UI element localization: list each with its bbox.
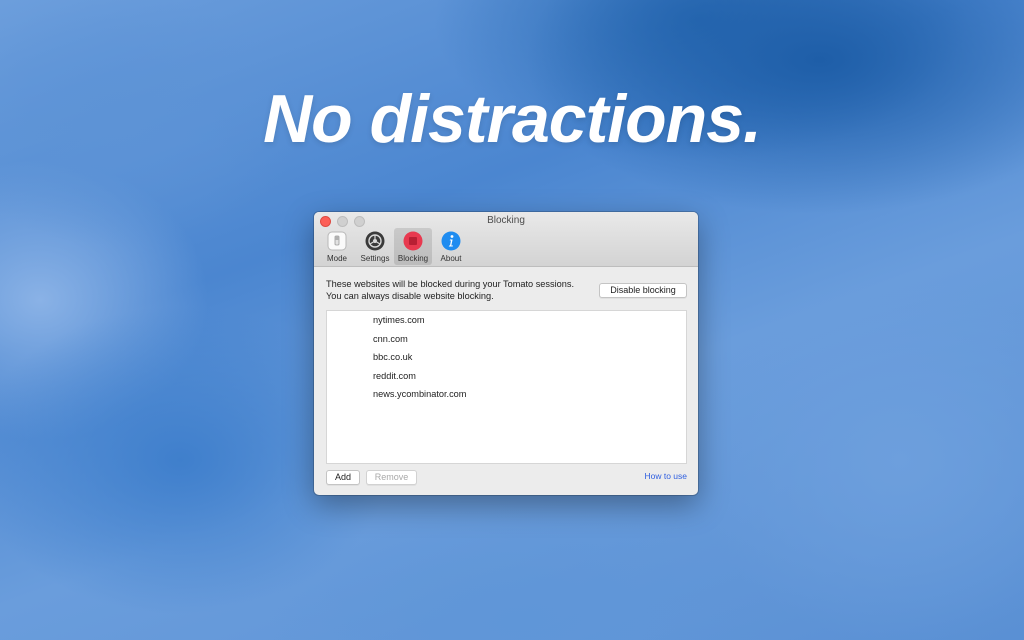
description-line-2: You can always disable website blocking. (326, 290, 494, 301)
add-button[interactable]: Add (326, 470, 360, 485)
tab-mode[interactable]: Mode (318, 228, 356, 265)
tab-settings-label: Settings (360, 254, 390, 263)
gear-icon (365, 231, 385, 251)
list-item[interactable]: bbc.co.uk (367, 351, 686, 370)
description: These websites will be blocked during yo… (326, 279, 596, 302)
title-bar: Blocking Mode Settings Blocking About (314, 212, 698, 267)
how-to-use-link[interactable]: How to use (644, 471, 687, 481)
list-item[interactable]: reddit.com (367, 370, 686, 389)
switch-icon (327, 231, 347, 251)
tab-about-label: About (440, 254, 462, 263)
window-title: Blocking (487, 215, 525, 226)
tab-settings[interactable]: Settings (356, 228, 394, 265)
blocked-sites-list[interactable]: nytimes.com cnn.com bbc.co.uk reddit.com… (326, 310, 687, 464)
list-item[interactable]: nytimes.com (367, 314, 686, 333)
tab-mode-label: Mode (326, 254, 347, 263)
disable-blocking-button[interactable]: Disable blocking (599, 283, 687, 298)
stop-icon (403, 231, 423, 251)
tab-blocking[interactable]: Blocking (394, 228, 432, 265)
toolbar: Mode Settings Blocking About (318, 228, 470, 265)
description-line-1: These websites will be blocked during yo… (326, 279, 575, 289)
blocking-window: Blocking Mode Settings Blocking About Th… (314, 212, 698, 495)
list-item[interactable]: news.ycombinator.com (367, 388, 686, 407)
tab-about[interactable]: About (432, 228, 470, 265)
info-icon (441, 231, 461, 251)
list-item[interactable]: cnn.com (367, 333, 686, 352)
tab-blocking-label: Blocking (397, 254, 429, 263)
remove-button[interactable]: Remove (366, 470, 417, 485)
headline: No distractions. (263, 81, 762, 157)
